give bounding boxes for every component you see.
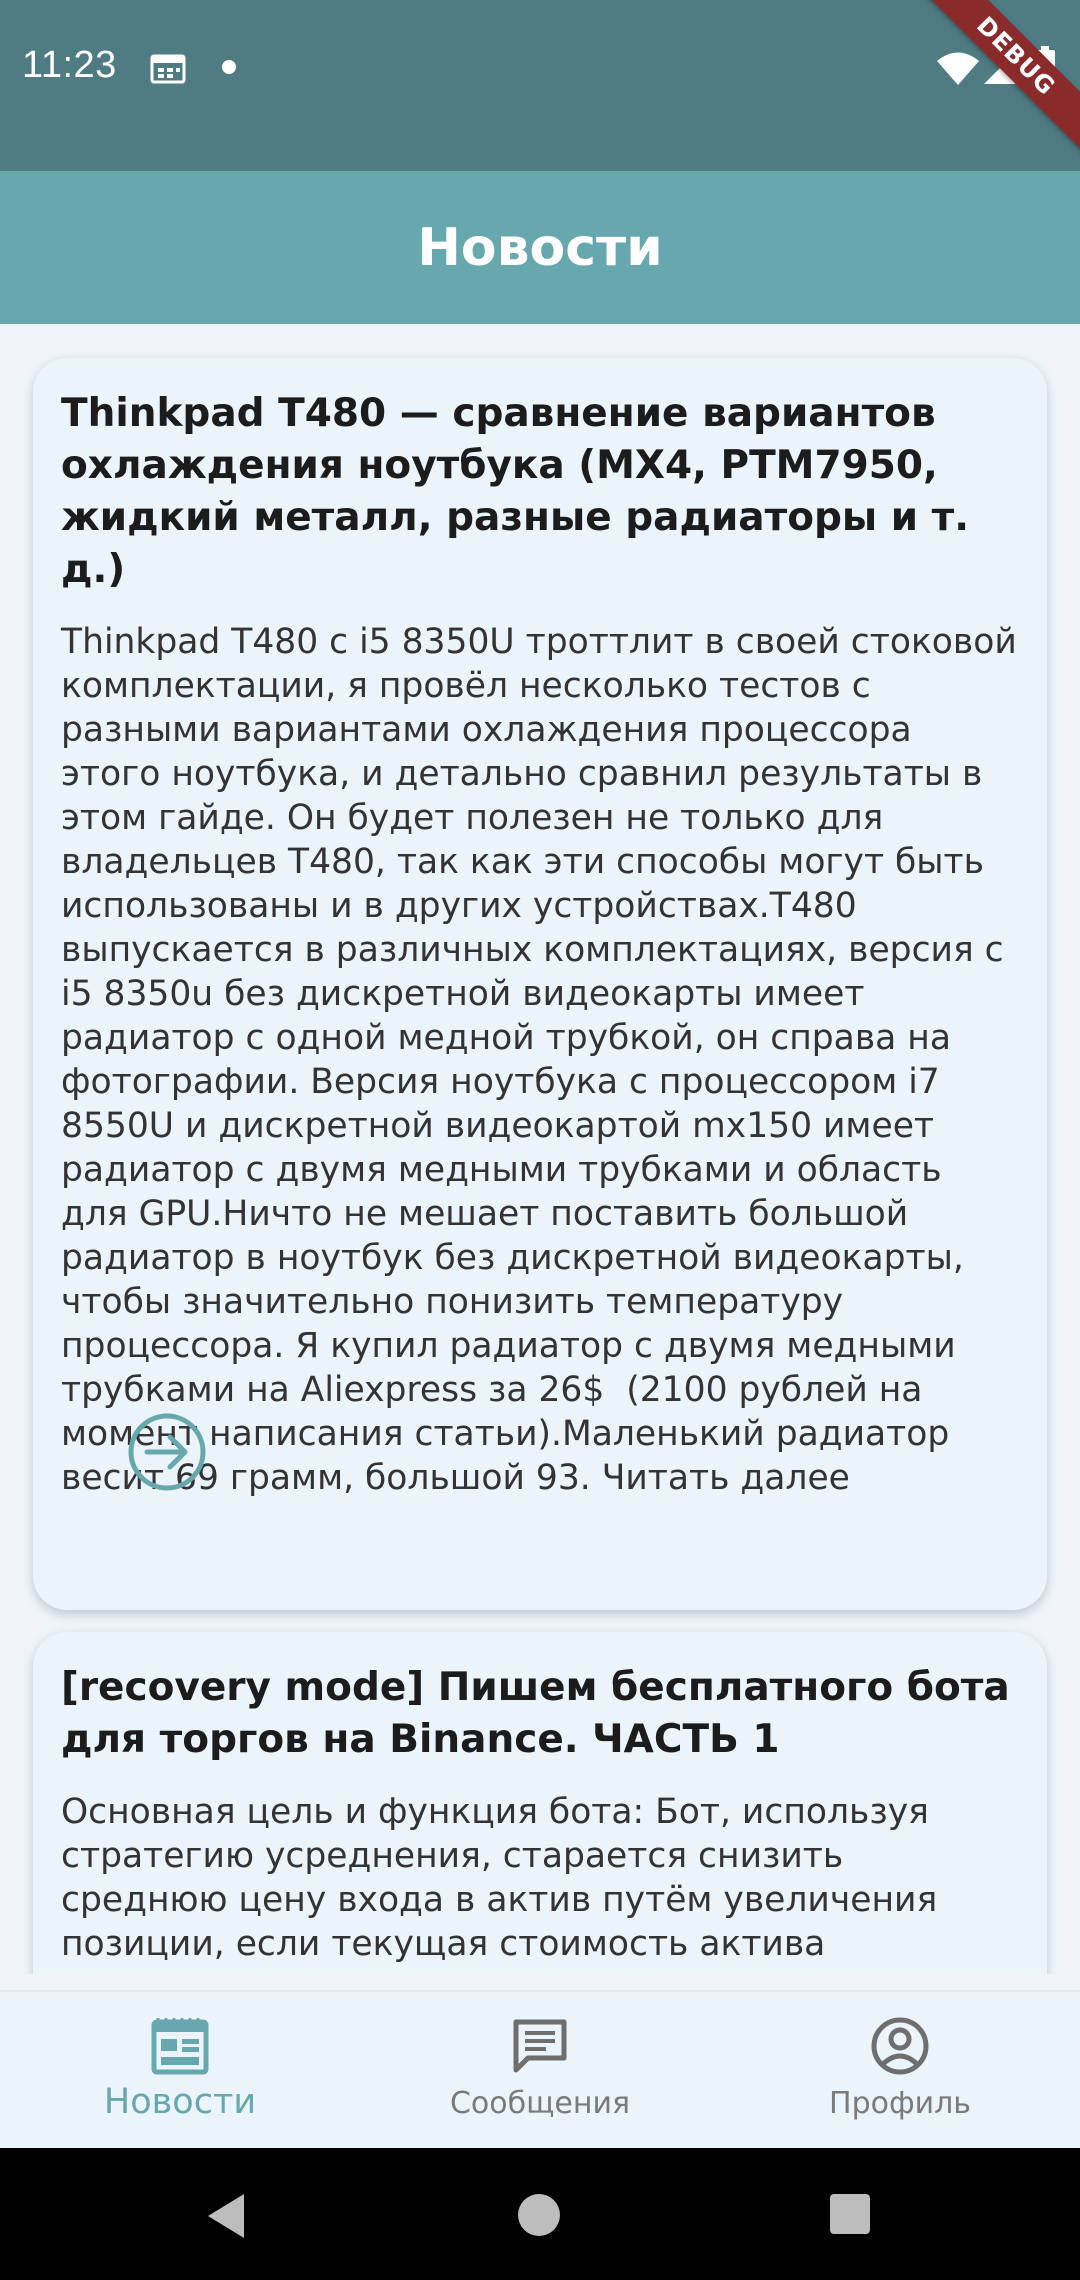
page-title: Новости [417, 217, 663, 278]
nav-item-news[interactable]: Новости [0, 1992, 360, 2150]
news-feed[interactable]: Thinkpad T480 — сравнение вариантов охла… [0, 324, 1080, 1974]
system-navigation-bar [0, 2148, 1080, 2280]
recents-icon[interactable] [830, 2194, 870, 2234]
nav-item-messages[interactable]: Сообщения [360, 1992, 720, 2150]
profile-icon [871, 2017, 929, 2075]
nav-label-messages: Сообщения [449, 2086, 631, 2121]
nav-label-profile: Профиль [829, 2086, 971, 2121]
news-card[interactable]: [recovery mode] Пишем бесплатного бота д… [33, 1632, 1047, 1974]
notification-dot-icon [222, 60, 236, 74]
back-icon[interactable] [204, 2192, 248, 2240]
news-card[interactable]: Thinkpad T480 — сравнение вариантов охла… [33, 358, 1047, 1610]
news-card-body: Основная цель и функция бота: Бот, испол… [61, 1792, 938, 1974]
arrow-right-circle-icon [128, 1413, 206, 1491]
news-icon [151, 2018, 209, 2075]
messages-icon [513, 2019, 567, 2073]
bottom-navigation: Новости Сообщения Профиль [0, 1990, 1080, 2150]
wifi-icon [937, 52, 979, 85]
news-card-title: [recovery mode] Пишем бесплатного бота д… [61, 1665, 1010, 1762]
read-more-button[interactable] [109, 1394, 225, 1510]
nav-label-news: Новости [103, 2082, 257, 2122]
status-time: 11:23 [22, 44, 117, 86]
app-bar: Новости [0, 171, 1080, 324]
news-card-body: Thinkpad T480 с i5 8350U троттлит в свое… [61, 622, 1028, 1498]
home-icon[interactable] [518, 2194, 560, 2236]
news-card-title: Thinkpad T480 — сравнение вариантов охла… [61, 391, 970, 592]
calendar-icon [150, 54, 186, 84]
status-bar: 11:23 DEBUG [0, 0, 1080, 171]
nav-item-profile[interactable]: Профиль [720, 1992, 1080, 2150]
